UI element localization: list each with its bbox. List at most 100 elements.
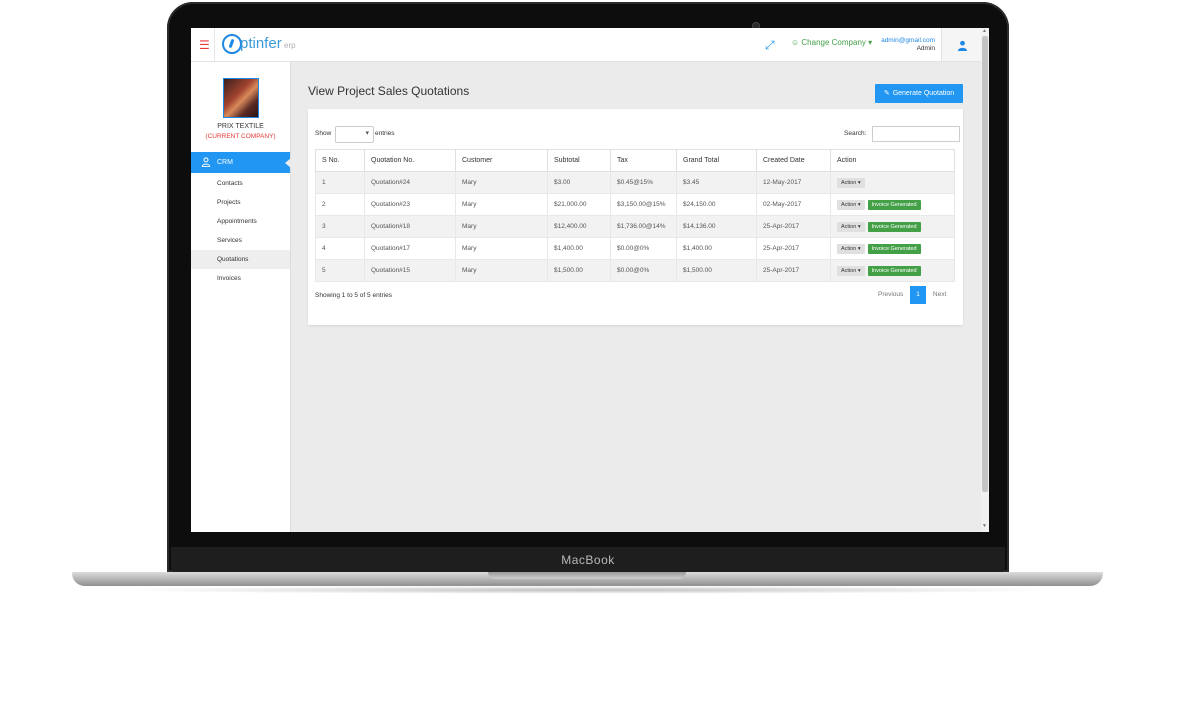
expand-icon[interactable]: ⤢	[765, 38, 775, 53]
cell-tax: $1,736.00@14%	[610, 215, 677, 238]
search-input[interactable]	[872, 126, 960, 142]
company-avatar	[223, 78, 259, 118]
entries-label: entries	[375, 130, 395, 137]
cell-total: $1,500.00	[676, 259, 757, 282]
column-header[interactable]: Grand Total	[676, 149, 757, 172]
cell-total: $1,400.00	[676, 237, 757, 260]
user-icon	[957, 40, 967, 52]
caret-down-icon: ▾	[857, 223, 861, 230]
column-header[interactable]: Tax	[610, 149, 677, 172]
cell-tax: $0.45@15%	[610, 171, 677, 194]
sidebar-item-crm[interactable]: CRM	[191, 152, 291, 173]
entries-select[interactable]	[335, 126, 374, 143]
table-row: 3 Quotation#18 Mary $12,400.00 $1,736.00…	[315, 215, 955, 238]
cell-customer: Mary	[455, 215, 548, 238]
scroll-thumb[interactable]	[982, 36, 988, 492]
cell-total: $3.45	[676, 171, 757, 194]
cell-subtotal: $3.00	[547, 171, 611, 194]
table-row: 1 Quotation#24 Mary $3.00 $0.45@15% $3.4…	[315, 171, 955, 194]
cell-customer: Mary	[455, 259, 548, 282]
pagination-next[interactable]: Next	[926, 286, 953, 304]
column-header[interactable]: Customer	[455, 149, 548, 172]
action-label: Action	[841, 179, 857, 186]
action-label: Action	[841, 245, 857, 252]
company-name: PRIX TEXTILE	[217, 123, 264, 130]
action-dropdown-button[interactable]: Action ▾	[837, 265, 865, 276]
action-dropdown-button[interactable]: Action ▾	[837, 177, 865, 188]
cell-tax: $3,150.00@15%	[610, 193, 677, 216]
table-body: 1 Quotation#24 Mary $3.00 $0.45@15% $3.4…	[315, 171, 955, 282]
column-header[interactable]: Subtotal	[547, 149, 611, 172]
sidebar-item-projects[interactable]: Projects	[191, 193, 290, 212]
scroll-up-icon[interactable]: ▲	[982, 28, 987, 34]
cell-action: Action ▾ Invoice Generated	[830, 259, 955, 282]
logo[interactable]: ptinfer erp	[214, 28, 296, 61]
column-header: Action	[830, 149, 955, 172]
macbook-label: MacBook	[561, 552, 615, 567]
pagination-page-1[interactable]: 1	[910, 286, 926, 304]
cell-total: $14,136.00	[676, 215, 757, 238]
sidebar-item-appointments[interactable]: Appointments	[191, 212, 290, 231]
cell-quotation: Quotation#15	[364, 259, 456, 282]
user-email: admin@gmail.com	[881, 37, 935, 44]
cell-subtotal: $1,400.00	[547, 237, 611, 260]
hamburger-icon[interactable]: ☰	[199, 38, 210, 52]
search-label: Search:	[844, 130, 867, 137]
cell-date: 25-Apr-2017	[756, 259, 831, 282]
sidebar-item-invoices[interactable]: Invoices	[191, 269, 290, 288]
cell-customer: Mary	[455, 171, 548, 194]
cell-subtotal: $1,500.00	[547, 259, 611, 282]
cell-date: 02-May-2017	[756, 193, 831, 216]
caret-down-icon: ▾	[857, 245, 861, 252]
edit-icon: ✎	[883, 90, 890, 97]
page-title: View Project Sales Quotations	[308, 84, 470, 98]
cell-date: 12-May-2017	[756, 171, 831, 194]
pagination: Previous 1 Next	[871, 286, 953, 304]
logo-o-icon	[222, 34, 242, 54]
laptop-chin: MacBook	[171, 547, 1005, 572]
generate-quotation-label: Generate Quotation	[892, 90, 955, 97]
column-header[interactable]: S No.	[315, 149, 365, 172]
cell-tax: $0.00@0%	[610, 259, 677, 282]
cell-action: Action ▾ Invoice Generated	[830, 237, 955, 260]
cell-quotation: Quotation#17	[364, 237, 456, 260]
generate-quotation-button[interactable]: ✎ Generate Quotation	[875, 84, 963, 103]
cell-date: 25-Apr-2017	[756, 237, 831, 260]
cell-customer: Mary	[455, 193, 548, 216]
action-dropdown-button[interactable]: Action ▾	[837, 199, 865, 210]
action-label: Action	[841, 201, 857, 208]
crm-submenu: Contacts Projects Appointments Services …	[191, 174, 290, 288]
column-header[interactable]: Created Date	[756, 149, 831, 172]
top-navbar: ☰ ptinfer erp ⤢ ☺ Change Company ▾ admin…	[191, 28, 982, 62]
pagination-previous[interactable]: Previous	[871, 286, 910, 304]
cell-sno: 3	[315, 215, 365, 238]
cell-quotation: Quotation#18	[364, 215, 456, 238]
vertical-scrollbar[interactable]: ▲ ▼	[981, 28, 989, 532]
cell-action: Action ▾ Invoice Generated	[830, 215, 955, 238]
column-header[interactable]: Quotation No.	[364, 149, 456, 172]
table-row: 5 Quotation#15 Mary $1,500.00 $0.00@0% $…	[315, 259, 955, 282]
invoice-generated-badge: Invoice Generated	[867, 199, 921, 210]
sidebar: PRIX TEXTILE (CURRENT COMPANY) CRM Conta…	[191, 62, 291, 532]
scroll-down-icon[interactable]: ▼	[982, 523, 987, 529]
cell-tax: $0.00@0%	[610, 237, 677, 260]
action-label: Action	[841, 267, 857, 274]
invoice-generated-badge: Invoice Generated	[867, 265, 921, 276]
action-dropdown-button[interactable]: Action ▾	[837, 243, 865, 254]
current-company-label: (CURRENT COMPANY)	[205, 133, 276, 140]
sidebar-item-services[interactable]: Services	[191, 231, 290, 250]
cell-action: Action ▾	[830, 171, 955, 194]
crm-label: CRM	[217, 159, 233, 166]
sidebar-item-quotations[interactable]: Quotations	[191, 250, 290, 269]
action-dropdown-button[interactable]: Action ▾	[837, 221, 865, 232]
invoice-generated-badge: Invoice Generated	[867, 221, 921, 232]
user-profile-button[interactable]	[941, 28, 982, 61]
quotations-panel: Show entries Search: S No. Quotation No.…	[308, 109, 963, 325]
table-row: 4 Quotation#17 Mary $1,400.00 $0.00@0% $…	[315, 237, 955, 260]
logo-suffix: erp	[284, 41, 296, 50]
sidebar-item-contacts[interactable]: Contacts	[191, 174, 290, 193]
cell-subtotal: $12,400.00	[547, 215, 611, 238]
quotations-table: S No. Quotation No. Customer Subtotal Ta…	[315, 149, 955, 282]
table-header-row: S No. Quotation No. Customer Subtotal Ta…	[315, 149, 955, 172]
cell-sno: 4	[315, 237, 365, 260]
